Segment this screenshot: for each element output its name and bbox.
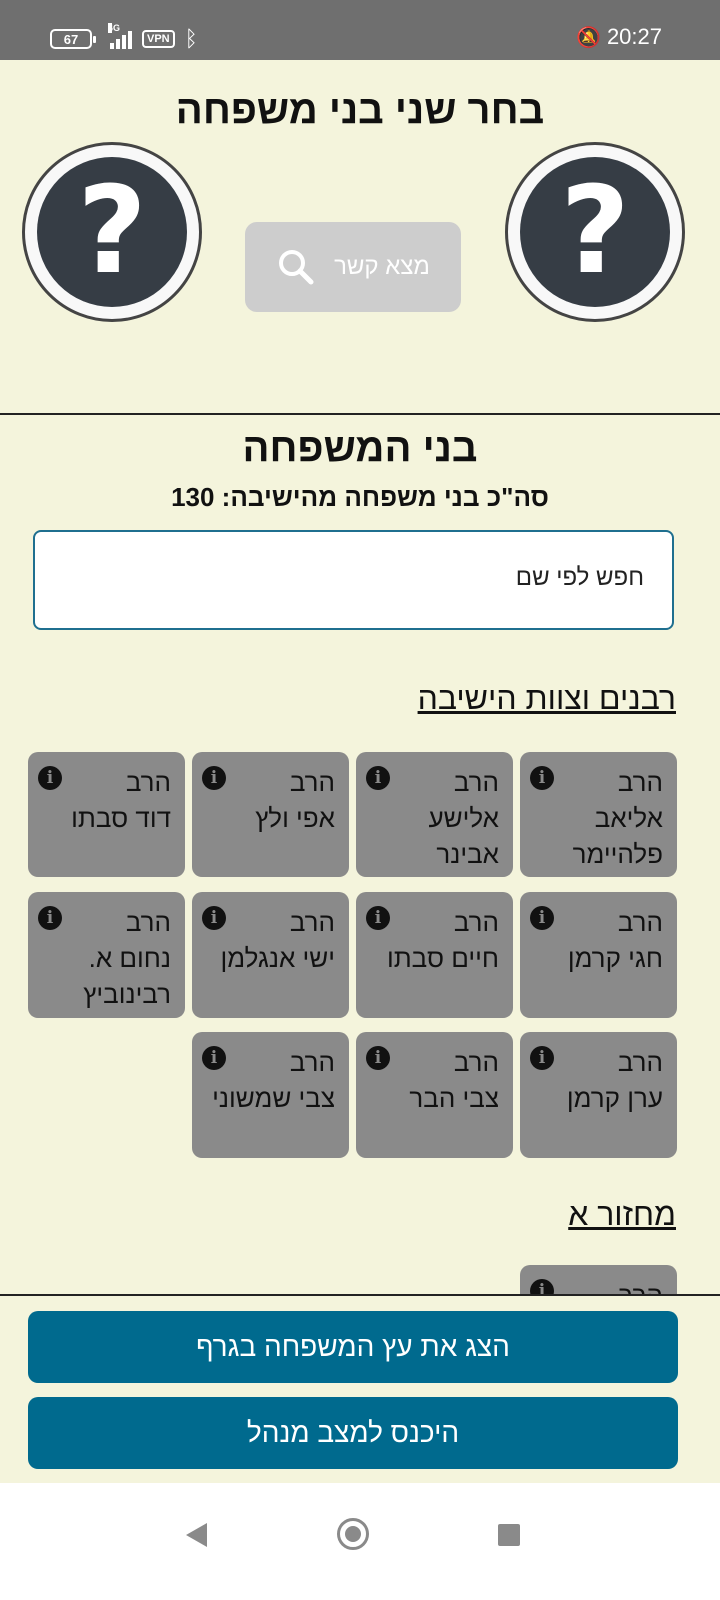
info-icon[interactable]: i <box>366 1046 390 1070</box>
member-card[interactable]: הרב אלישע אבינר i <box>356 752 513 877</box>
back-icon[interactable] <box>186 1523 207 1547</box>
system-nav-bar <box>0 1483 720 1600</box>
info-icon[interactable]: i <box>38 906 62 930</box>
group-title-cycle-a: מחזור א <box>568 1196 676 1232</box>
member-card[interactable]: הרב ערן קרמן i <box>520 1032 677 1158</box>
name-search-input[interactable] <box>64 564 644 592</box>
member-card[interactable]: הרב דוד סבתו i <box>28 752 185 877</box>
member-name: צבי הבר <box>409 1083 499 1113</box>
member-card[interactable]: הרב ישי אנגלמן i <box>192 892 349 1018</box>
info-icon[interactable]: i <box>202 766 226 790</box>
info-icon[interactable]: i <box>530 1046 554 1070</box>
info-icon[interactable]: i <box>530 906 554 930</box>
member-name: חיים סבתו <box>386 943 499 973</box>
family-section-title: בני המשפחה <box>242 426 478 470</box>
member-name: נחום א. רבינוביץ <box>83 943 171 1009</box>
section-divider <box>0 413 720 415</box>
find-connection-label: מצא קשר <box>334 253 430 280</box>
info-icon[interactable]: i <box>202 906 226 930</box>
question-mark-icon: ? <box>37 157 187 307</box>
clock: 20:27 <box>606 24 662 49</box>
vpn-icon: VPN <box>142 30 175 48</box>
bottom-actions: הצג את עץ המשפחה בגרף היכנס למצב מנהל <box>0 1294 720 1483</box>
first-person-selector[interactable]: ? <box>505 142 685 322</box>
member-card[interactable]: הרב אפי ולץ i <box>192 752 349 877</box>
family-count: סה"כ בני משפחה מהישיבה: 130 <box>171 482 549 512</box>
bell-off-icon: 🔕 <box>576 26 601 49</box>
search-icon <box>276 247 316 287</box>
member-card[interactable]: הרב חיים סבתו i <box>356 892 513 1018</box>
show-family-tree-button[interactable]: הצג את עץ המשפחה בגרף <box>28 1311 678 1383</box>
network-type: 4G <box>108 23 121 33</box>
member-card[interactable]: הרב צבי שמשוני i <box>192 1032 349 1158</box>
recent-apps-icon[interactable] <box>498 1524 520 1546</box>
member-card[interactable]: הרב צבי הבר i <box>356 1032 513 1158</box>
page-title: בחר שני בני משפחה <box>175 88 545 132</box>
question-mark-icon: ? <box>520 157 670 307</box>
name-search-box[interactable] <box>33 530 674 630</box>
battery-level: 67 <box>63 31 79 47</box>
status-bar: 67 4G VPN ᛒ 🔕 20:27 <box>0 0 720 60</box>
group-title-staff: רבנים וצוות הישיבה <box>417 680 676 716</box>
info-icon[interactable]: i <box>366 906 390 930</box>
info-icon[interactable]: i <box>202 1046 226 1070</box>
member-card[interactable]: הרב אליאב פלהיימר i <box>520 752 677 877</box>
home-icon[interactable] <box>337 1518 369 1550</box>
member-card[interactable]: הרב נחום א. רבינוביץ i <box>28 892 185 1018</box>
admin-mode-button[interactable]: היכנס למצב מנהל <box>28 1397 678 1469</box>
battery-icon: 67 <box>50 29 96 49</box>
member-name: צבי שמשוני <box>212 1083 335 1113</box>
bluetooth-icon: ᛒ <box>184 26 198 51</box>
info-icon[interactable]: i <box>530 766 554 790</box>
signal-icon: 4G <box>108 23 132 49</box>
second-person-selector[interactable]: ? <box>22 142 202 322</box>
find-connection-button[interactable]: מצא קשר <box>245 222 461 312</box>
member-name: ישי אנגלמן <box>220 943 336 973</box>
member-name: אפי ולץ <box>255 803 335 833</box>
member-card[interactable]: הרב חגי קרמן i <box>520 892 677 1018</box>
member-name: חגי קרמן <box>567 943 663 973</box>
info-icon[interactable]: i <box>366 766 390 790</box>
member-name: אלישע אבינר <box>428 803 499 869</box>
member-name: אליאב פלהיימר <box>572 803 663 869</box>
member-name: דוד סבתו <box>71 803 171 833</box>
info-icon[interactable]: i <box>38 766 62 790</box>
member-name: ערן קרמן <box>566 1083 663 1113</box>
